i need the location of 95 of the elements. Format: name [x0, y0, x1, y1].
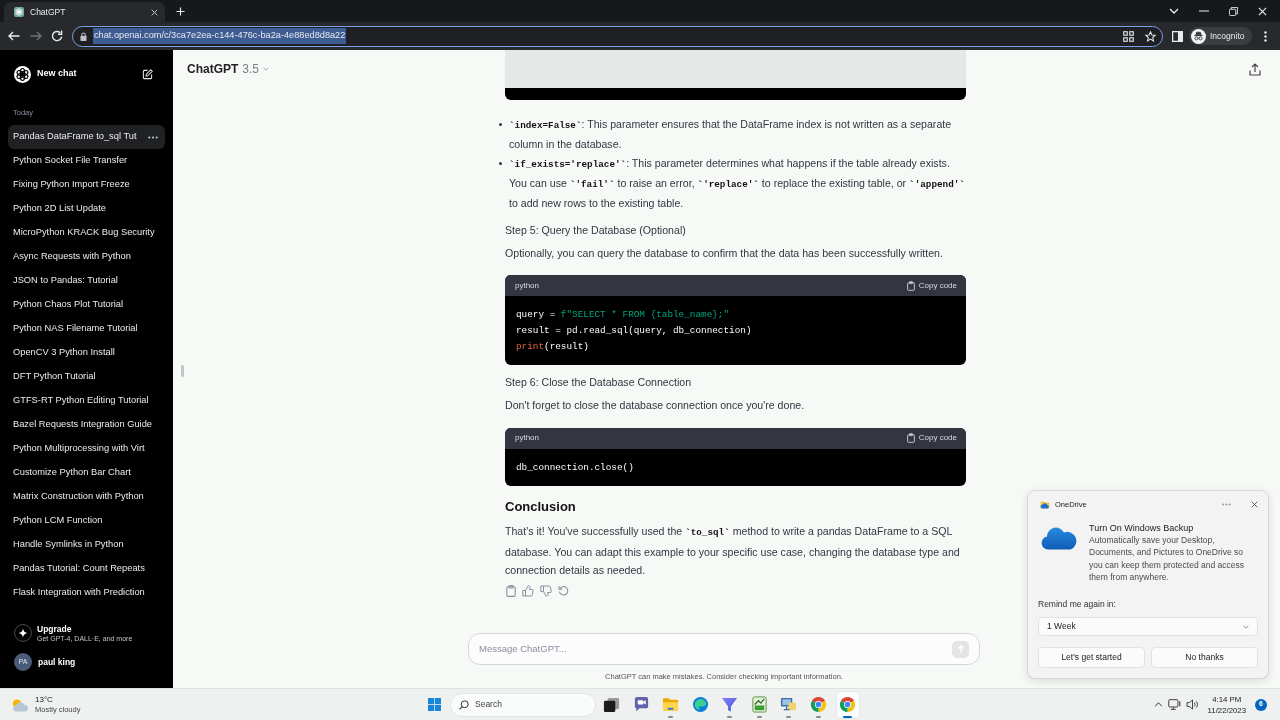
- upgrade-link[interactable]: Upgrade: [37, 623, 133, 634]
- chat-history-item[interactable]: Pandas Tutorial: Count Repeats: [8, 557, 165, 581]
- code-line: query = f"SELECT * FROM {table_name};": [516, 308, 731, 322]
- browser-icon[interactable]: [839, 695, 856, 713]
- back-arrow-icon[interactable]: [8, 31, 20, 41]
- chevron-down-icon[interactable]: [1169, 8, 1179, 14]
- bullet-icon: [499, 122, 502, 126]
- chat-history-item[interactable]: MicroPython KRACK Bug Security: [8, 221, 165, 245]
- copy-code-button[interactable]: Copy code: [906, 433, 957, 443]
- cloud-icon: [1041, 525, 1077, 550]
- cloud-folder-icon: [1040, 500, 1050, 510]
- browser-icon[interactable]: [809, 695, 827, 713]
- folder-icon[interactable]: [662, 695, 679, 713]
- restore-icon[interactable]: [1229, 6, 1238, 16]
- chat-history-item[interactable]: Fixing Python Import Freeze: [8, 173, 165, 197]
- funnel-icon[interactable]: [721, 695, 738, 713]
- swirl-icon[interactable]: [691, 695, 709, 713]
- notification-title: Turn On Windows Backup: [1089, 521, 1195, 534]
- section-heading: Conclusion: [505, 497, 577, 516]
- browser-tab[interactable]: ChatGPT: [4, 2, 165, 22]
- reload-icon[interactable]: [51, 30, 63, 42]
- thumbs-up-icon[interactable]: [522, 584, 534, 597]
- monitor-icon[interactable]: [1167, 699, 1181, 710]
- address-bar[interactable]: chat.openai.com/c/3ca7e2ea-c144-476c-ba2a-4e88ed8d8a22: [72, 25, 1163, 47]
- video-chat-icon[interactable]: [632, 695, 650, 713]
- remind-label: Remind me again in:: [1038, 598, 1117, 610]
- step-heading: Step 5: Query the Database (Optional): [505, 222, 687, 238]
- paragraph: Optionally, you can query the database to confirm that the data has been successfully written.: [505, 245, 944, 261]
- chat-history-item[interactable]: Bazel Requests Integration Guide: [8, 413, 165, 437]
- clipboard-icon: [906, 433, 915, 443]
- notification-button[interactable]: No thanks: [1151, 647, 1258, 668]
- chat-history-item[interactable]: Python Chaos Plot Tutorial: [8, 293, 165, 317]
- search-icon: [459, 699, 469, 710]
- notification-button[interactable]: Let's get started: [1038, 647, 1145, 668]
- chat-history-item[interactable]: Flask Integration with Prediction: [8, 581, 165, 605]
- speaker-icon[interactable]: [1185, 699, 1199, 710]
- overlapping-squares-icon[interactable]: [603, 695, 620, 713]
- clipboard-icon[interactable]: [506, 584, 516, 597]
- chat-history-item[interactable]: Python Socket File Transfer: [8, 149, 165, 173]
- paragraph: Don't forget to close the database connection once you're done.: [505, 398, 806, 413]
- screen-icon[interactable]: [780, 695, 797, 713]
- side-panel-icon[interactable]: [1172, 30, 1183, 42]
- chevron-up-icon[interactable]: [1153, 702, 1163, 707]
- logo-icon: [14, 7, 24, 17]
- url-text[interactable]: chat.openai.com/c/3ca7e2ea-c144-476c-ba2a-4e88ed8d8a22: [93, 28, 347, 44]
- grid-icon[interactable]: [1123, 30, 1134, 42]
- code-language: python: [515, 280, 540, 291]
- chevron-down-icon: [1243, 624, 1249, 629]
- sparkle-icon: [14, 624, 32, 642]
- code-language: python: [515, 433, 540, 443]
- incognito-icon: [1191, 28, 1206, 44]
- star-icon[interactable]: [1145, 30, 1156, 42]
- start-icon[interactable]: [427, 698, 441, 711]
- chat-history-item[interactable]: DFT Python Tutorial: [8, 365, 165, 389]
- chat-history-item[interactable]: Python LCM Function: [8, 509, 165, 533]
- chat-history-item[interactable]: Async Requests with Python: [8, 245, 165, 269]
- edit-icon[interactable]: [142, 68, 153, 80]
- chat-history-item[interactable]: Handle Symlinks in Python: [8, 533, 165, 557]
- new-chat-link[interactable]: New chat: [37, 67, 136, 81]
- chat-history-item[interactable]: Customize Python Bar Chart: [8, 461, 165, 485]
- thumbs-down-icon[interactable]: [540, 584, 552, 597]
- search-field[interactable]: Search: [450, 692, 596, 717]
- notification-text: Automatically save your Desktop, Documents, and Pictures to OneDrive so you can keep them protected and access them from anywhere.: [1089, 533, 1245, 584]
- resize-handle[interactable]: [181, 365, 184, 377]
- chat-history-item[interactable]: Python 2D List Update: [8, 197, 165, 221]
- plus-icon[interactable]: [176, 6, 185, 16]
- chat-history-item[interactable]: Pandas DataFrame to_sql Tut: [8, 125, 165, 149]
- arrow-up-icon: [956, 645, 965, 653]
- profile-button[interactable]: Incognito: [1189, 27, 1252, 45]
- copy-code-button[interactable]: Copy code: [906, 280, 957, 291]
- chat-history-item[interactable]: Matrix Construction with Python: [8, 485, 165, 509]
- clipboard-icon: [906, 280, 915, 291]
- lock-icon: [80, 31, 87, 41]
- more-icon[interactable]: [1263, 30, 1267, 42]
- chevron-down-icon: [263, 67, 270, 71]
- model-selector[interactable]: ChatGPT 3.5: [187, 60, 270, 78]
- chart-tile-icon[interactable]: [750, 695, 768, 713]
- chat-history-item[interactable]: GTFS-RT Python Editing Tutorial: [8, 389, 165, 413]
- remind-dropdown[interactable]: 1 Week: [1038, 617, 1258, 636]
- chat-history-item[interactable]: Python Multiprocessing with Virt: [8, 437, 165, 461]
- chat-history-item[interactable]: Python NAS Filename Tutorial: [8, 317, 165, 341]
- step-heading: Step 6: Close the Database Connection: [505, 375, 693, 390]
- chat-history-item[interactable]: JSON to Pandas: Tutorial: [8, 269, 165, 293]
- user-name[interactable]: paul king: [38, 655, 76, 669]
- code-line: db_connection.close(): [516, 460, 635, 475]
- more-icon[interactable]: [148, 135, 158, 139]
- weather-temperature[interactable]: 13°C: [35, 694, 81, 705]
- code-line: result = pd.read_sql(query, db_connection): [516, 324, 753, 338]
- code-line: print(result): [516, 340, 590, 354]
- refresh-icon[interactable]: [558, 584, 569, 596]
- chat-history-item[interactable]: OpenCV 3 Python Install: [8, 341, 165, 365]
- logo-icon[interactable]: [14, 65, 31, 83]
- paragraph: That's it! You've successfully used the `to_sql` method to write a pandas DataFrame to a SQL database. You can adapt this example to your specific use case, changing the database type and connection details as needed.: [505, 524, 961, 578]
- bullet-icon: [499, 161, 502, 165]
- share-icon[interactable]: [1249, 62, 1261, 76]
